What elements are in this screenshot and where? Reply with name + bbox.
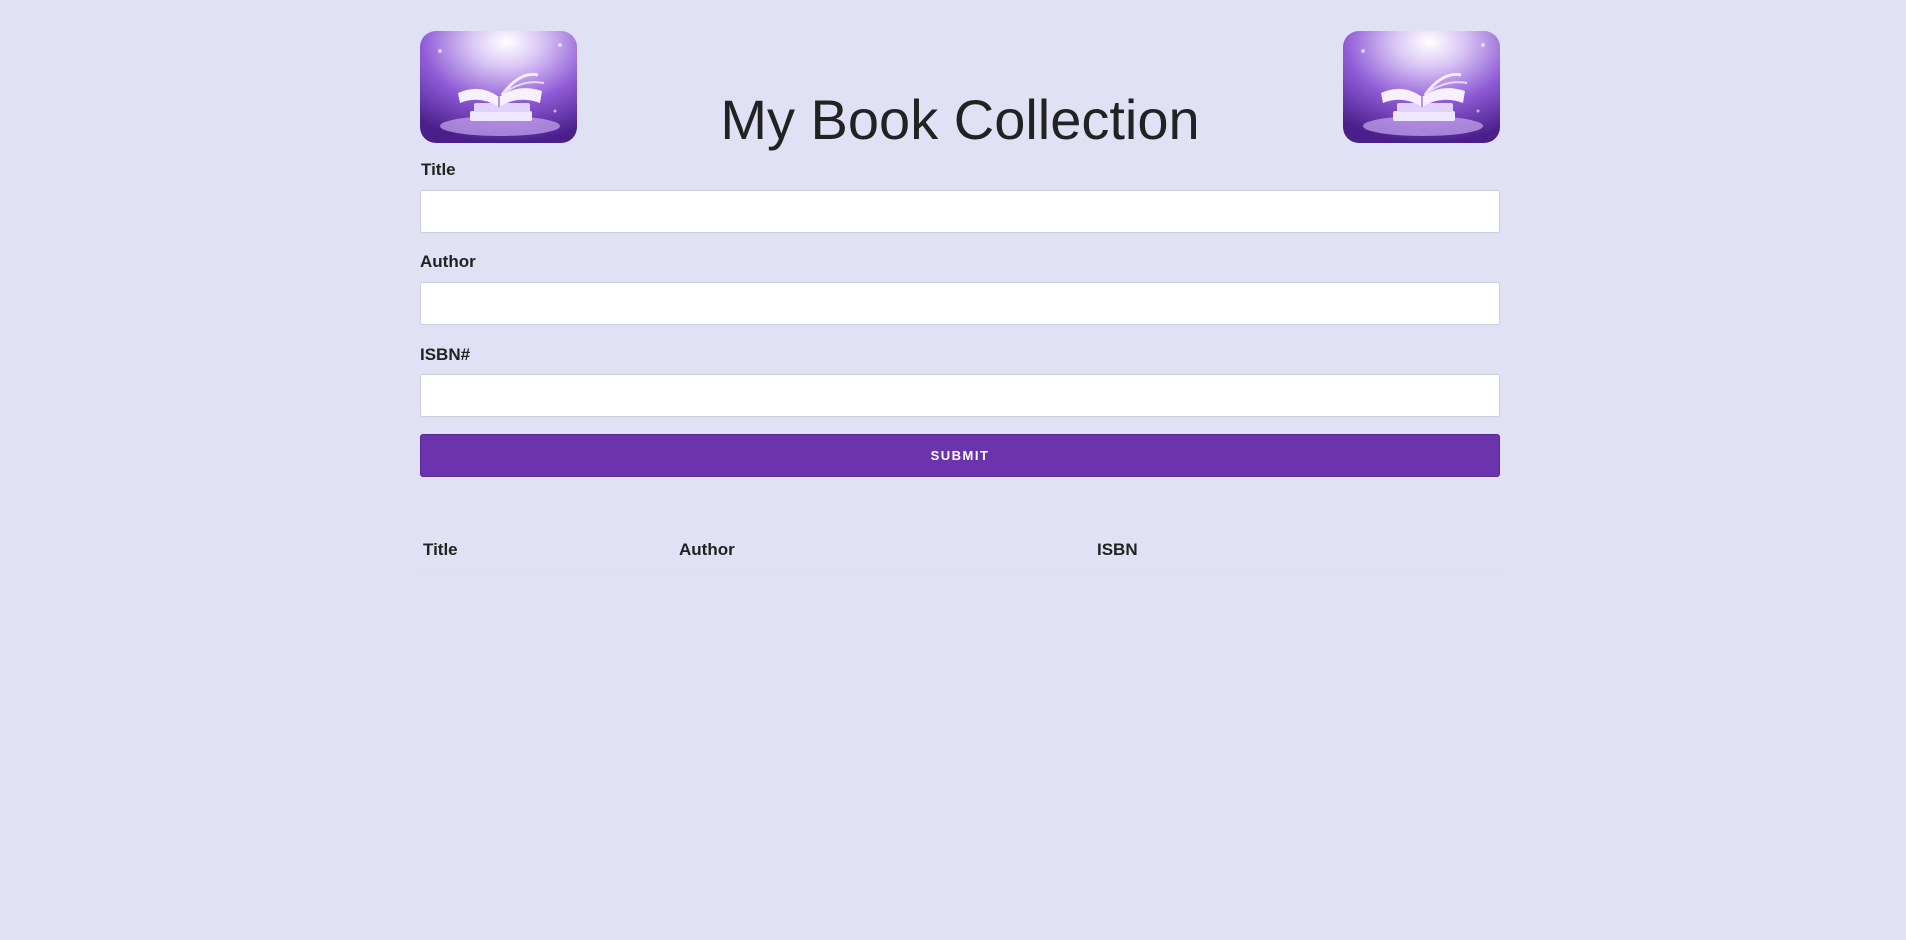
main-container: My Book Collection Title Author ISBN# SU… (420, 0, 1500, 571)
submit-button[interactable]: SUBMIT (420, 434, 1500, 477)
author-label: Author (420, 252, 476, 271)
isbn-input[interactable] (420, 374, 1500, 417)
table-header-row: Title Author ISBN (420, 530, 1500, 571)
author-column-header: Author (676, 530, 1094, 571)
author-input[interactable] (420, 282, 1500, 325)
title-input[interactable] (420, 190, 1500, 233)
isbn-column-header: ISBN (1094, 530, 1500, 571)
open-book-icon (1343, 31, 1500, 143)
page-header: My Book Collection (420, 0, 1500, 160)
books-table: Title Author ISBN (420, 530, 1500, 571)
page-title: My Book Collection (720, 88, 1200, 151)
title-label: Title (421, 160, 456, 179)
title-column-header: Title (420, 530, 676, 571)
books-table-head: Title Author ISBN (420, 530, 1500, 571)
isbn-label: ISBN# (420, 345, 471, 364)
